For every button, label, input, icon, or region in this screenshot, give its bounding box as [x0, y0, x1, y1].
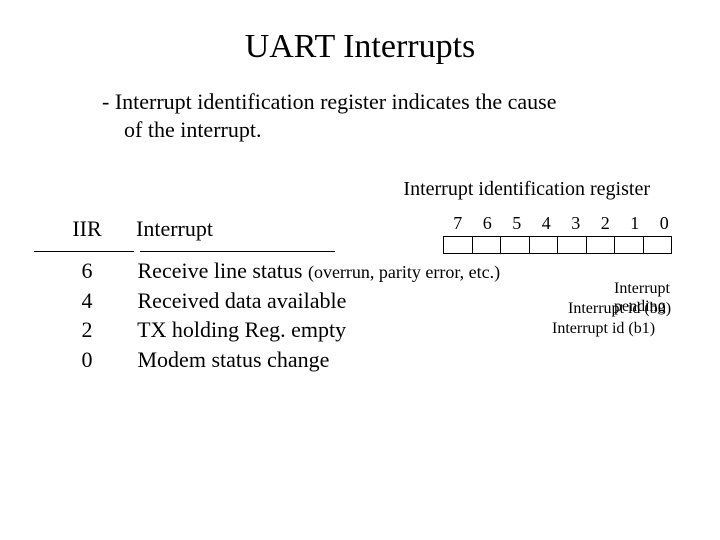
iir-name: Modem status change: [138, 347, 330, 372]
bit-numbers: 76543210: [443, 213, 679, 234]
bit-cell: [501, 237, 530, 254]
bit-cell: [444, 237, 473, 254]
iir-name: Received data available: [138, 288, 347, 313]
desc-line-1: - Interrupt identification register indi…: [102, 89, 556, 114]
table-row: 4 Received data available: [42, 286, 500, 316]
bit-label: 0: [650, 213, 680, 234]
register-caption: Interrupt identification register: [403, 178, 650, 201]
bit-label: 4: [532, 213, 562, 234]
iir-table-header: IIR Interrupt: [42, 216, 213, 242]
underline-iir: [34, 251, 134, 252]
table-row: 2 TX holding Reg. empty: [42, 315, 500, 345]
iir-note: (overrun, parity error, etc.): [308, 262, 500, 282]
col-head-iir: IIR: [42, 216, 132, 242]
bit-label: 6: [473, 213, 503, 234]
bit-boxes: [443, 236, 672, 254]
iir-table-body: 6 Receive line status (overrun, parity e…: [42, 256, 500, 375]
bit-cell: [586, 237, 615, 254]
slide-title: UART Interrupts: [0, 28, 720, 66]
bit-label: 7: [443, 213, 473, 234]
bit-label: 5: [502, 213, 532, 234]
iir-code: 2: [42, 315, 132, 345]
annotation-b1: Interrupt id (b1): [552, 320, 655, 338]
table-row: 6 Receive line status (overrun, parity e…: [42, 256, 500, 286]
bit-cell: [529, 237, 558, 254]
underline-interrupt: [140, 251, 335, 252]
iir-code: 4: [42, 286, 132, 316]
annotation-b0: Interrupt id (b0): [568, 300, 671, 318]
bit-cell: [472, 237, 501, 254]
bit-label: 3: [561, 213, 591, 234]
description: - Interrupt identification register indi…: [102, 88, 642, 143]
bit-cell: [643, 237, 672, 254]
slide: UART Interrupts - Interrupt identificati…: [0, 0, 720, 540]
iir-code: 0: [42, 345, 132, 375]
bit-diagram: 76543210: [443, 213, 679, 254]
bit-cell: [558, 237, 587, 254]
iir-code: 6: [42, 256, 132, 286]
iir-name: TX holding Reg. empty: [137, 317, 346, 342]
bit-cell: [615, 237, 644, 254]
col-head-interrupt: Interrupt: [136, 216, 213, 242]
bit-label: 2: [591, 213, 621, 234]
iir-name: Receive line status: [138, 258, 308, 283]
bit-label: 1: [620, 213, 650, 234]
desc-line-2: of the interrupt.: [102, 116, 642, 144]
table-row: 0 Modem status change: [42, 345, 500, 375]
